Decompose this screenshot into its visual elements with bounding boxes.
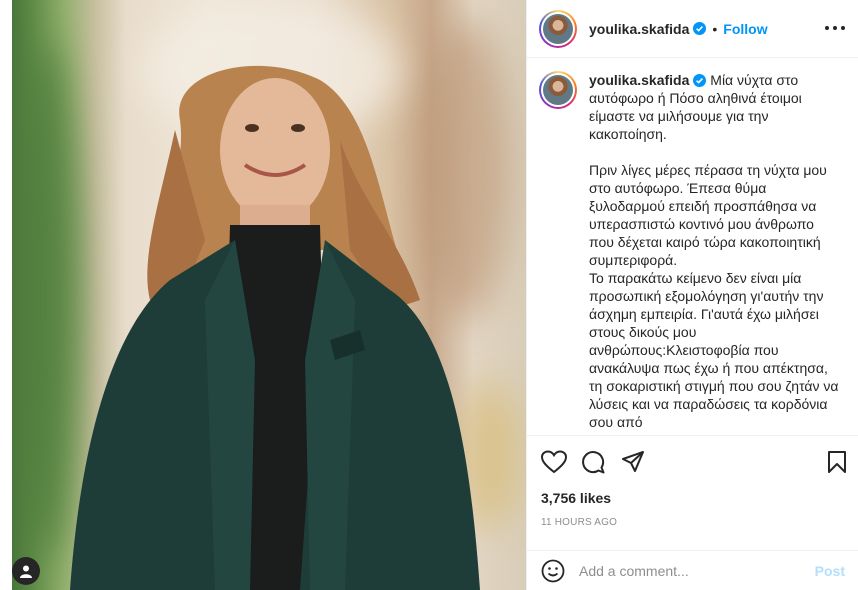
post-timestamp[interactable]: 11 HOURS AGO xyxy=(541,517,617,528)
user-tag-icon[interactable] xyxy=(12,557,40,585)
comment-icon[interactable] xyxy=(581,450,605,474)
separator-dot: • xyxy=(712,20,718,37)
verified-badge-icon xyxy=(693,74,707,87)
caption-avatar[interactable] xyxy=(539,71,577,109)
woman-figure xyxy=(70,65,480,590)
caption-body: Μία νύχτα στο αυτόφωρο ή Πόσο αληθινά έτ… xyxy=(589,72,839,430)
photo-left-margin xyxy=(0,0,12,590)
post-header: youlika.skafida • Follow xyxy=(527,0,858,58)
follow-button[interactable]: Follow xyxy=(723,21,767,37)
smiley-icon[interactable] xyxy=(541,559,565,583)
heart-icon[interactable] xyxy=(541,450,567,474)
bookmark-icon[interactable] xyxy=(827,450,847,474)
comment-input[interactable] xyxy=(579,563,815,579)
send-icon[interactable] xyxy=(621,450,645,474)
caption-section: youlika.skafida Μία νύχτα στο αυτόφωρο ή… xyxy=(527,59,858,435)
verified-badge-icon xyxy=(693,22,707,35)
comment-bar: Post xyxy=(527,550,858,590)
caption: youlika.skafida Μία νύχτα στο αυτόφωρο ή… xyxy=(589,71,841,431)
post-details-panel: youlika.skafida • Follow youlika.skafida… xyxy=(526,0,858,590)
post-comment-button[interactable]: Post xyxy=(815,563,845,579)
likes-count[interactable]: 3,756 likes xyxy=(541,490,611,506)
avatar[interactable] xyxy=(539,9,577,48)
header-username[interactable]: youlika.skafida xyxy=(589,21,689,37)
more-dots-icon[interactable] xyxy=(825,20,845,36)
post-photo[interactable] xyxy=(0,0,526,590)
caption-username[interactable]: youlika.skafida xyxy=(589,72,689,88)
post-actions: 3,756 likes 11 HOURS AGO Post xyxy=(527,435,858,590)
